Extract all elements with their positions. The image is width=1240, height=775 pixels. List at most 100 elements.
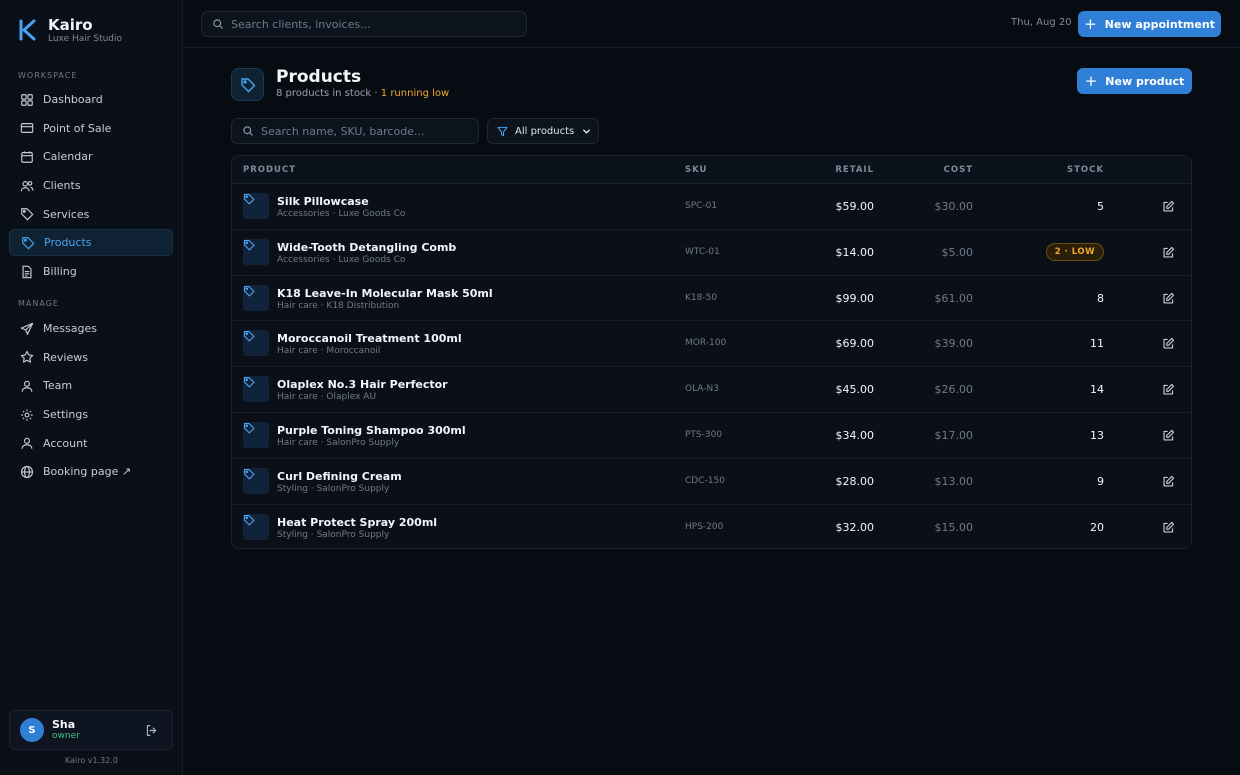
- sidebar-item-label: Booking page ↗: [43, 465, 132, 479]
- logout-icon[interactable]: [145, 724, 158, 737]
- table-row[interactable]: Moroccanoil Treatment 100ml Hair care · M…: [232, 321, 1191, 368]
- retail-cell: $14.00: [835, 245, 875, 259]
- sidebar-item-label: Calendar: [43, 150, 93, 164]
- kairo-logo-icon: [19, 19, 36, 41]
- product-search[interactable]: [231, 118, 479, 144]
- product-name[interactable]: Purple Toning Shampoo 300ml: [277, 424, 466, 437]
- header-stock[interactable]: STOCK: [1067, 165, 1104, 175]
- sidebar-item-point-of-sale[interactable]: Point of Sale: [9, 115, 173, 142]
- grid-icon: [21, 93, 33, 106]
- calendar-icon: [21, 151, 33, 163]
- product-search-input[interactable]: [261, 124, 471, 138]
- card-icon: [20, 123, 34, 134]
- new-product-button[interactable]: + New product: [1077, 68, 1192, 94]
- product-filter-dropdown[interactable]: All products: [487, 118, 599, 144]
- table-row[interactable]: Purple Toning Shampoo 300ml Hair care · S…: [232, 413, 1191, 459]
- table-row[interactable]: Heat Protect Spray 200ml Styling · SalonP…: [232, 505, 1191, 548]
- product-name[interactable]: K18 Leave-In Molecular Mask 50ml: [277, 287, 493, 300]
- product-thumbnail: [243, 376, 269, 403]
- products-table: PRODUCT SKU RETAIL COST STOCK Silk Pillo…: [231, 155, 1192, 549]
- sidebar-item-dashboard[interactable]: Dashboard: [9, 86, 173, 113]
- sku-cell: SPC-01: [685, 201, 718, 211]
- header-product[interactable]: PRODUCT: [243, 165, 296, 175]
- product-name[interactable]: Curl Defining Cream: [277, 470, 402, 483]
- product-name[interactable]: Wide-Tooth Detangling Comb: [277, 241, 456, 254]
- product-name[interactable]: Moroccanoil Treatment 100ml: [277, 332, 462, 345]
- sidebar-item-label: Products: [44, 236, 92, 250]
- sidebar-item-billing[interactable]: Billing: [9, 258, 173, 285]
- sidebar-item-settings[interactable]: Settings: [9, 401, 173, 428]
- product-thumbnail: [243, 330, 269, 357]
- sidebar-item-label: Reviews: [43, 350, 88, 364]
- sidebar-item-label: Point of Sale: [43, 121, 112, 135]
- sidebar-item-label: Team: [43, 379, 73, 393]
- sidebar-item-clients[interactable]: Clients: [9, 172, 173, 199]
- sidebar-item-services[interactable]: Services: [9, 201, 173, 228]
- tag-icon: [243, 514, 255, 526]
- edit-icon[interactable]: [1162, 200, 1175, 213]
- header-cost[interactable]: COST: [944, 165, 973, 175]
- product-name[interactable]: Heat Protect Spray 200ml: [277, 516, 437, 529]
- sidebar-item-team[interactable]: Team: [9, 372, 173, 399]
- sidebar: Kairo Luxe Hair Studio WORKSPACE Dashboa…: [0, 0, 183, 775]
- global-search-input[interactable]: [231, 17, 511, 31]
- brand[interactable]: Kairo Luxe Hair Studio: [18, 16, 122, 45]
- sku-cell: OLA-N3: [685, 384, 719, 395]
- retail-cell: $69.00: [835, 337, 875, 351]
- sku-cell: HPS-200: [685, 521, 724, 532]
- retail-cell: $99.00: [835, 291, 875, 305]
- header-sku[interactable]: SKU: [685, 165, 707, 175]
- stock-cell: 11: [1090, 337, 1104, 351]
- edit-icon[interactable]: [1162, 337, 1175, 350]
- filter-label: All products: [515, 125, 575, 137]
- page-subtitle: 8 products in stock · 1 running low: [276, 88, 449, 99]
- sku-cell: CDC-150: [685, 475, 725, 486]
- sidebar-item-calendar[interactable]: Calendar: [9, 143, 173, 170]
- product-meta: Hair care · K18 Distribution: [277, 300, 400, 311]
- cost-cell: $39.00: [934, 337, 974, 351]
- edit-icon[interactable]: [1162, 521, 1175, 534]
- table-row[interactable]: Curl Defining Cream Styling · SalonPro Su…: [232, 459, 1191, 505]
- send-icon: [20, 322, 34, 335]
- table-row[interactable]: Olaplex No.3 Hair Perfector Hair care · O…: [232, 367, 1191, 413]
- sidebar-item-label: Clients: [43, 179, 81, 193]
- globe-icon: [20, 465, 34, 479]
- edit-icon[interactable]: [1162, 246, 1175, 259]
- product-thumbnail: [243, 193, 269, 219]
- header-retail[interactable]: RETAIL: [835, 165, 874, 175]
- table-row[interactable]: Silk Pillowcase Accessories · Luxe Goods …: [232, 184, 1191, 230]
- search-icon: [213, 19, 223, 29]
- sidebar-item-label: Settings: [43, 408, 89, 422]
- edit-icon[interactable]: [1162, 475, 1175, 488]
- brand-subtitle: Luxe Hair Studio: [48, 34, 123, 44]
- cost-cell: $15.00: [934, 520, 974, 534]
- sidebar-item-label: Billing: [43, 265, 77, 279]
- product-name[interactable]: Silk Pillowcase: [277, 195, 369, 208]
- sidebar-item-account[interactable]: Account: [9, 430, 173, 457]
- edit-icon[interactable]: [1162, 383, 1175, 396]
- product-name[interactable]: Olaplex No.3 Hair Perfector: [277, 378, 448, 391]
- workspace-section-label: WORKSPACE: [18, 71, 78, 80]
- search-icon: [243, 126, 253, 136]
- tag-icon: [240, 77, 255, 92]
- sidebar-item-products[interactable]: Products: [9, 229, 173, 257]
- low-stock-count: 1 running low: [380, 88, 450, 99]
- retail-cell: $45.00: [835, 383, 875, 397]
- stock-cell: 8: [1097, 291, 1104, 305]
- user-icon: [21, 438, 33, 449]
- plus-icon: +: [1084, 14, 1097, 33]
- tag-icon: [22, 237, 35, 250]
- manage-section-label: MANAGE: [18, 299, 59, 308]
- gear-icon: [21, 408, 33, 421]
- table-row[interactable]: K18 Leave-In Molecular Mask 50ml Hair car…: [232, 276, 1191, 322]
- sidebar-item-booking-page[interactable]: Booking page ↗: [9, 458, 173, 485]
- edit-icon[interactable]: [1162, 292, 1175, 305]
- new-appointment-button[interactable]: + New appointment: [1078, 11, 1221, 37]
- document-icon: [22, 265, 32, 278]
- global-search[interactable]: [201, 11, 527, 37]
- table-row[interactable]: Wide-Tooth Detangling Comb Accessories · …: [232, 230, 1191, 276]
- sidebar-item-messages[interactable]: Messages: [9, 315, 173, 342]
- chevron-down-icon: [583, 128, 591, 134]
- edit-icon[interactable]: [1162, 429, 1175, 442]
- sidebar-item-reviews[interactable]: Reviews: [9, 344, 173, 371]
